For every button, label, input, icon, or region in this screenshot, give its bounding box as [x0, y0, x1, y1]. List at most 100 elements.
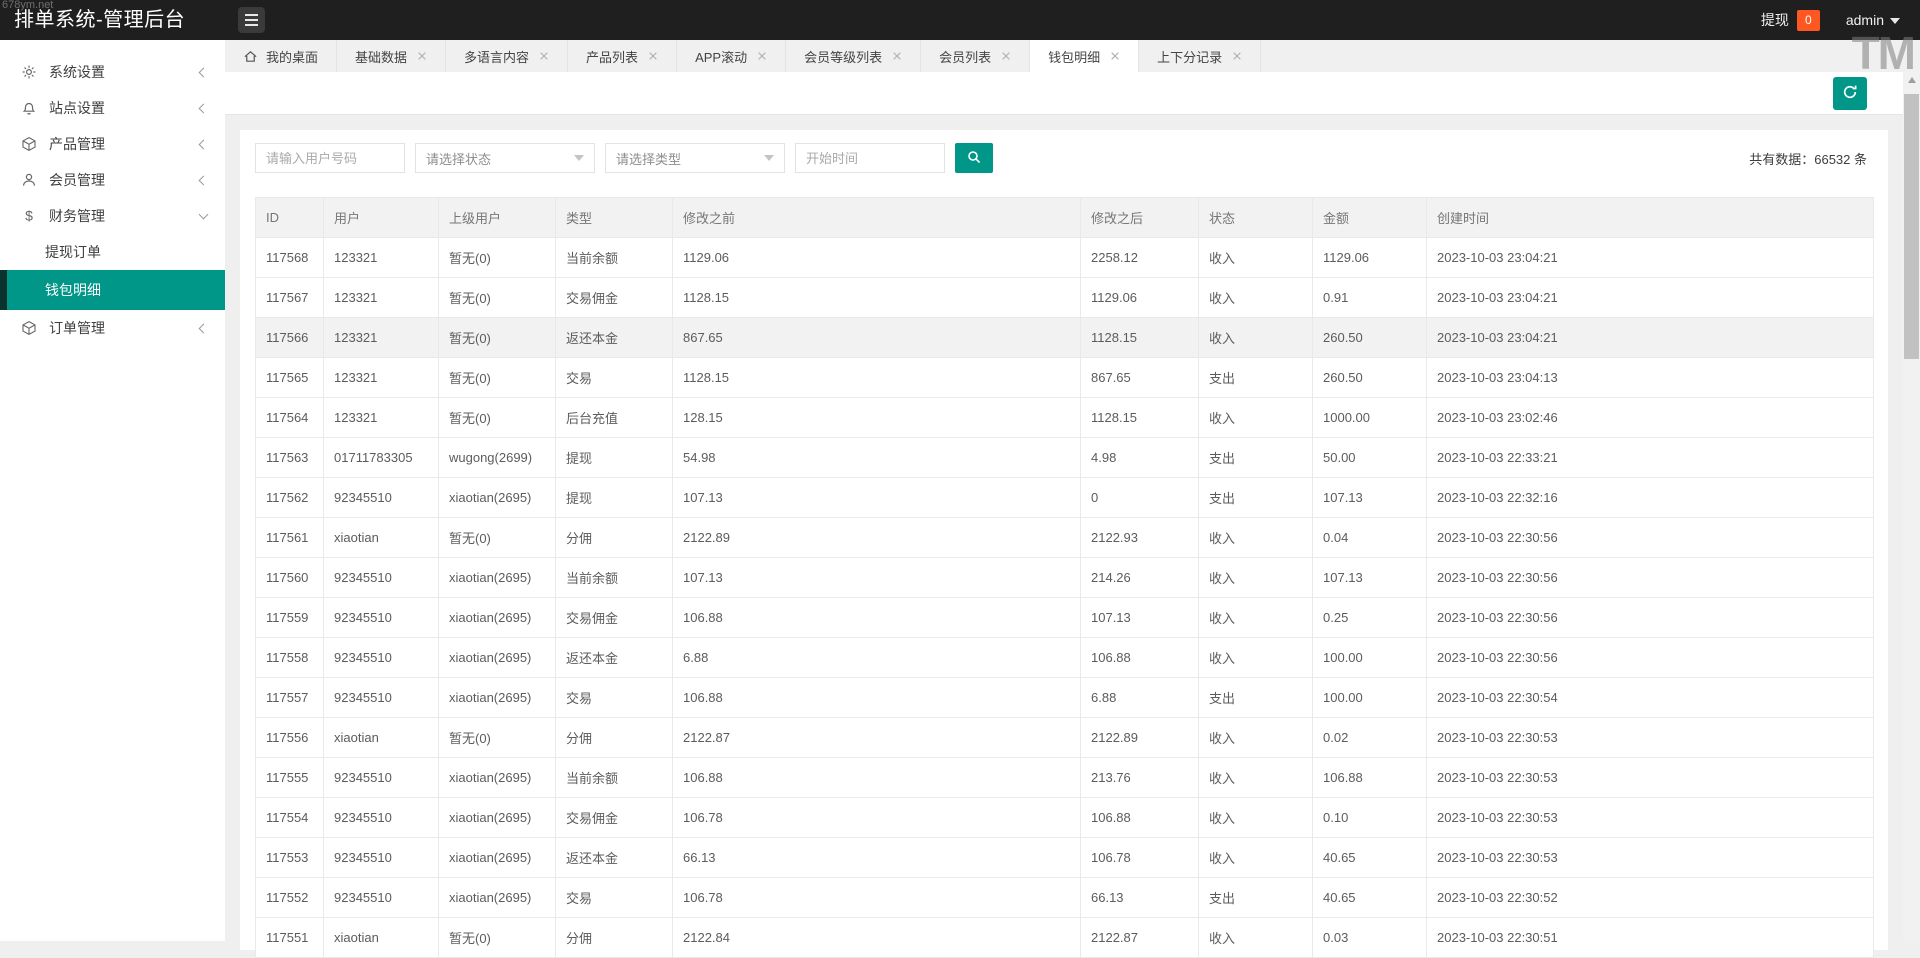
filter-bar: 请选择状态 请选择类型 共有数据：66532 条 [255, 143, 1873, 173]
tab-close-icon[interactable] [1110, 51, 1120, 61]
tab-label: APP滚动 [695, 49, 748, 65]
dollar-icon: $ [21, 208, 37, 224]
table-row[interactable]: 117560 92345510 xiaotian(2695) 当前余额 107.13 21… [255, 557, 1874, 598]
tab-上下分记录[interactable]: 上下分记录 [1139, 40, 1262, 72]
tab-基础数据[interactable]: 基础数据 [337, 40, 447, 72]
table-row[interactable]: 117564 123321 暂无(0) 后台充值 128.15 1128.15 收入 1000… [255, 397, 1874, 438]
type-select[interactable]: 请选择类型 [605, 143, 785, 173]
column-header-修改之前: 修改之前 [672, 197, 1081, 238]
tab-我的桌面[interactable]: 我的桌面 [225, 40, 338, 72]
table-row[interactable]: 117566 123321 暂无(0) 返还本金 867.65 1128.15 收入 260.… [255, 317, 1874, 358]
refresh-button[interactable] [1833, 77, 1867, 110]
cell-创建时间: 2023-10-03 22:32:16 [1426, 477, 1874, 518]
table-row[interactable]: 117557 92345510 xiaotian(2695) 交易 106.88 6.88… [255, 677, 1874, 718]
chevron-left-icon [198, 67, 209, 77]
cell-修改之前: 54.98 [672, 437, 1081, 478]
table-row[interactable]: 117556 xiaotian 暂无(0) 分佣 2122.87 2122.89 收入 0.0… [255, 717, 1874, 758]
table-row[interactable]: 117562 92345510 xiaotian(2695) 提现 107.13 0 支出 1… [255, 477, 1874, 518]
table-row[interactable]: 117553 92345510 xiaotian(2695) 返还本金 66.13 106… [255, 837, 1874, 878]
tab-多语言内容[interactable]: 多语言内容 [446, 40, 569, 72]
cell-状态: 支出 [1198, 437, 1313, 478]
cell-上级用户: 暂无(0) [438, 397, 556, 438]
cell-状态: 收入 [1198, 277, 1313, 318]
cell-类型: 交易佣金 [555, 597, 673, 638]
cell-用户: 92345510 [323, 597, 439, 638]
sidebar-item-产品管理[interactable]: 产品管理 [0, 126, 225, 162]
cell-修改之前: 1128.15 [672, 277, 1081, 318]
tab-close-icon[interactable] [539, 51, 549, 61]
cell-创建时间: 2023-10-03 22:30:56 [1426, 637, 1874, 678]
search-button[interactable] [955, 143, 993, 173]
refresh-icon [1841, 83, 1859, 104]
table-row[interactable]: 117555 92345510 xiaotian(2695) 当前余额 106.88 21… [255, 757, 1874, 798]
tab-会员等级列表[interactable]: 会员等级列表 [786, 40, 922, 72]
cell-金额: 1000.00 [1312, 397, 1427, 438]
tab-会员列表[interactable]: 会员列表 [921, 40, 1031, 72]
cell-类型: 当前余额 [555, 557, 673, 598]
scrollbar-thumb[interactable] [1904, 94, 1919, 359]
cell-创建时间: 2023-10-03 22:30:53 [1426, 797, 1874, 838]
cell-创建时间: 2023-10-03 22:30:54 [1426, 677, 1874, 718]
cell-修改之后: 106.88 [1080, 637, 1199, 678]
cell-创建时间: 2023-10-03 22:33:21 [1426, 437, 1874, 478]
cell-ID: 117565 [255, 357, 324, 398]
cell-用户: xiaotian [323, 517, 439, 558]
cell-修改之前: 107.13 [672, 557, 1081, 598]
tab-close-icon[interactable] [892, 51, 902, 61]
table-header-row: ID 用户 上级用户 类型 修改之前 修改之后 状态 金额 创建时间 [255, 197, 1874, 238]
table-row[interactable]: 117567 123321 暂无(0) 交易佣金 1128.15 1129.06 收入 0.9… [255, 277, 1874, 318]
sidebar-subitem-钱包明细[interactable]: 钱包明细 [0, 270, 225, 310]
table-row[interactable]: 117552 92345510 xiaotian(2695) 交易 106.78 66.1… [255, 877, 1874, 918]
tab-close-icon[interactable] [757, 51, 767, 61]
cell-金额: 40.65 [1312, 877, 1427, 918]
cube-icon [21, 320, 37, 336]
cell-修改之后: 106.78 [1080, 837, 1199, 878]
table-row[interactable]: 117561 xiaotian 暂无(0) 分佣 2122.89 2122.93 收入 0.0… [255, 517, 1874, 558]
sidebar-subitem-提现订单[interactable]: 提现订单 [0, 234, 225, 270]
start-time-input[interactable] [795, 143, 945, 173]
table-row[interactable]: 117565 123321 暂无(0) 交易 1128.15 867.65 支出 260.50… [255, 357, 1874, 398]
cell-修改之后: 1128.15 [1080, 317, 1199, 358]
tab-APP滚动[interactable]: APP滚动 [677, 40, 787, 72]
sidebar-item-label: 产品管理 [49, 136, 105, 152]
sidebar-item-财务管理[interactable]: $ 财务管理 [0, 198, 225, 234]
cell-金额: 40.65 [1312, 837, 1427, 878]
sidebar-item-站点设置[interactable]: 站点设置 [0, 90, 225, 126]
withdraw-notice[interactable]: 提现 0 [1761, 9, 1820, 31]
tab-close-icon[interactable] [1001, 51, 1011, 61]
cell-修改之后: 1128.15 [1080, 397, 1199, 438]
tab-产品列表[interactable]: 产品列表 [568, 40, 678, 72]
user-menu[interactable]: admin [1846, 12, 1900, 28]
sidebar-item-系统设置[interactable]: 系统设置 [0, 54, 225, 90]
scroll-up-arrow-icon[interactable] [1903, 72, 1920, 88]
cell-修改之前: 2122.84 [672, 917, 1081, 958]
vertical-scrollbar[interactable] [1903, 72, 1920, 941]
sidebar-collapse-button[interactable] [238, 7, 265, 33]
tab-close-icon[interactable] [648, 51, 658, 61]
cell-状态: 收入 [1198, 397, 1313, 438]
user-icon [21, 172, 37, 188]
cell-ID: 117555 [255, 757, 324, 798]
sidebar-item-订单管理[interactable]: 订单管理 [0, 310, 225, 346]
table-row[interactable]: 117559 92345510 xiaotian(2695) 交易佣金 106.88 10… [255, 597, 1874, 638]
cell-修改之后: 6.88 [1080, 677, 1199, 718]
column-header-ID: ID [255, 197, 324, 238]
cell-修改之前: 107.13 [672, 477, 1081, 518]
table-row[interactable]: 117554 92345510 xiaotian(2695) 交易佣金 106.78 10… [255, 797, 1874, 838]
table-row[interactable]: 117563 01711783305 wugong(2699) 提现 54.98 4.98… [255, 437, 1874, 478]
tab-close-icon[interactable] [1232, 51, 1242, 61]
table-row[interactable]: 117551 xiaotian 暂无(0) 分佣 2122.84 2122.87 收入 0.0… [255, 917, 1874, 958]
cell-创建时间: 2023-10-03 22:30:53 [1426, 757, 1874, 798]
cell-修改之后: 213.76 [1080, 757, 1199, 798]
sidebar-item-会员管理[interactable]: 会员管理 [0, 162, 225, 198]
table-row[interactable]: 117558 92345510 xiaotian(2695) 返还本金 6.88 106.… [255, 637, 1874, 678]
tab-钱包明细[interactable]: 钱包明细 [1030, 40, 1140, 72]
status-select[interactable]: 请选择状态 [415, 143, 595, 173]
user-number-input[interactable] [255, 143, 405, 173]
cell-上级用户: xiaotian(2695) [438, 597, 556, 638]
tab-close-icon[interactable] [417, 51, 427, 61]
table-row[interactable]: 117568 123321 暂无(0) 当前余额 1129.06 2258.12 收入 112… [255, 237, 1874, 278]
cell-上级用户: xiaotian(2695) [438, 557, 556, 598]
cell-上级用户: 暂无(0) [438, 237, 556, 278]
cube-icon [21, 136, 37, 152]
